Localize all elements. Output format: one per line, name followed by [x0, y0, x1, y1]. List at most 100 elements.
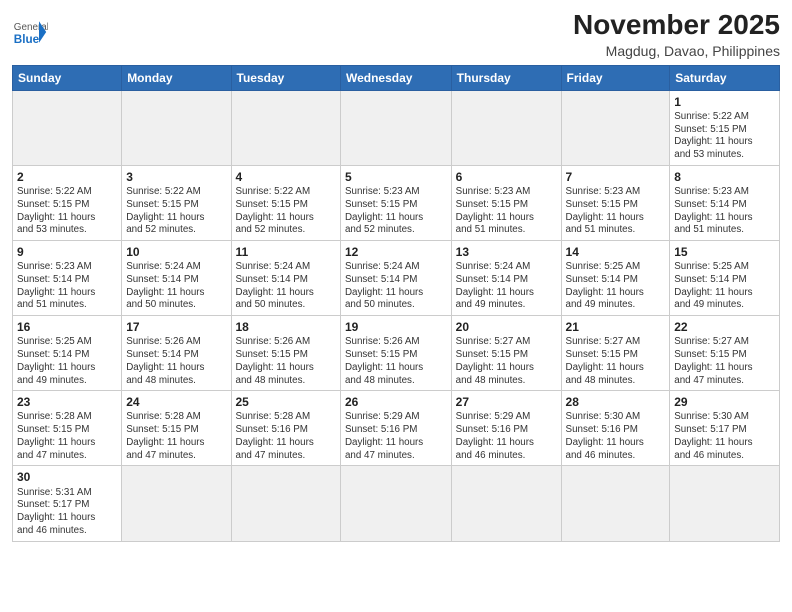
- calendar-table: Sunday Monday Tuesday Wednesday Thursday…: [12, 65, 780, 542]
- day-info: Sunrise: 5:22 AM Sunset: 5:15 PM Dayligh…: [17, 186, 117, 237]
- col-thursday: Thursday: [451, 65, 561, 90]
- day-info: Sunrise: 5:28 AM Sunset: 5:16 PM Dayligh…: [236, 411, 336, 462]
- table-row: [122, 90, 231, 165]
- day-number: 15: [674, 244, 775, 260]
- day-info: Sunrise: 5:24 AM Sunset: 5:14 PM Dayligh…: [345, 261, 447, 312]
- table-row: [231, 90, 340, 165]
- table-row: 1Sunrise: 5:22 AM Sunset: 5:15 PM Daylig…: [670, 90, 780, 165]
- day-info: Sunrise: 5:23 AM Sunset: 5:15 PM Dayligh…: [345, 186, 447, 237]
- location-subtitle: Magdug, Davao, Philippines: [573, 43, 780, 59]
- table-row: 18Sunrise: 5:26 AM Sunset: 5:15 PM Dayli…: [231, 316, 340, 391]
- day-info: Sunrise: 5:22 AM Sunset: 5:15 PM Dayligh…: [674, 111, 775, 162]
- table-row: 10Sunrise: 5:24 AM Sunset: 5:14 PM Dayli…: [122, 241, 231, 316]
- day-number: 7: [566, 169, 666, 185]
- table-row: 16Sunrise: 5:25 AM Sunset: 5:14 PM Dayli…: [13, 316, 122, 391]
- table-row: 30 Sunrise: 5:31 AM Sunset: 5:17 PM Dayli…: [13, 466, 122, 541]
- day-number: 5: [345, 169, 447, 185]
- table-row: [451, 466, 561, 541]
- table-row: [340, 466, 451, 541]
- col-saturday: Saturday: [670, 65, 780, 90]
- day-number: 23: [17, 394, 117, 410]
- day-info: Sunrise: 5:22 AM Sunset: 5:15 PM Dayligh…: [236, 186, 336, 237]
- table-row: 20Sunrise: 5:27 AM Sunset: 5:15 PM Dayli…: [451, 316, 561, 391]
- day-number: 6: [456, 169, 557, 185]
- day-number: 10: [126, 244, 226, 260]
- day-info: Sunrise: 5:24 AM Sunset: 5:14 PM Dayligh…: [236, 261, 336, 312]
- table-row: 27Sunrise: 5:29 AM Sunset: 5:16 PM Dayli…: [451, 391, 561, 466]
- svg-text:Blue: Blue: [14, 33, 40, 46]
- table-row: [561, 466, 670, 541]
- day-info: Sunrise: 5:27 AM Sunset: 5:15 PM Dayligh…: [674, 336, 775, 387]
- day-number: 8: [674, 169, 775, 185]
- table-row: 7Sunrise: 5:23 AM Sunset: 5:15 PM Daylig…: [561, 165, 670, 240]
- table-row: 2Sunrise: 5:22 AM Sunset: 5:15 PM Daylig…: [13, 165, 122, 240]
- day-number: 21: [566, 319, 666, 335]
- day-number: 9: [17, 244, 117, 260]
- table-row: 3Sunrise: 5:22 AM Sunset: 5:15 PM Daylig…: [122, 165, 231, 240]
- day-number: 16: [17, 319, 117, 335]
- table-row: 24Sunrise: 5:28 AM Sunset: 5:15 PM Dayli…: [122, 391, 231, 466]
- day-info: Sunrise: 5:26 AM Sunset: 5:15 PM Dayligh…: [345, 336, 447, 387]
- day-number: 24: [126, 394, 226, 410]
- day-number: 11: [236, 244, 336, 260]
- day-info: Sunrise: 5:23 AM Sunset: 5:15 PM Dayligh…: [456, 186, 557, 237]
- table-row: 17Sunrise: 5:26 AM Sunset: 5:14 PM Dayli…: [122, 316, 231, 391]
- day-info: Sunrise: 5:27 AM Sunset: 5:15 PM Dayligh…: [566, 336, 666, 387]
- logo: General Blue: [12, 14, 48, 50]
- table-row: 29Sunrise: 5:30 AM Sunset: 5:17 PM Dayli…: [670, 391, 780, 466]
- table-row: 25Sunrise: 5:28 AM Sunset: 5:16 PM Dayli…: [231, 391, 340, 466]
- col-sunday: Sunday: [13, 65, 122, 90]
- table-row: [561, 90, 670, 165]
- day-info: Sunrise: 5:30 AM Sunset: 5:16 PM Dayligh…: [566, 411, 666, 462]
- day-info: Sunrise: 5:25 AM Sunset: 5:14 PM Dayligh…: [17, 336, 117, 387]
- day-number: 13: [456, 244, 557, 260]
- day-number: 29: [674, 394, 775, 410]
- col-monday: Monday: [122, 65, 231, 90]
- page: General Blue November 2025 Magdug, Davao…: [0, 0, 792, 612]
- table-row: 22Sunrise: 5:27 AM Sunset: 5:15 PM Dayli…: [670, 316, 780, 391]
- col-tuesday: Tuesday: [231, 65, 340, 90]
- day-info: Sunrise: 5:26 AM Sunset: 5:15 PM Dayligh…: [236, 336, 336, 387]
- table-row: [13, 90, 122, 165]
- table-row: 21Sunrise: 5:27 AM Sunset: 5:15 PM Dayli…: [561, 316, 670, 391]
- day-number: 28: [566, 394, 666, 410]
- day-number: 1: [674, 94, 775, 110]
- day-info: Sunrise: 5:24 AM Sunset: 5:14 PM Dayligh…: [126, 261, 226, 312]
- day-info: Sunrise: 5:28 AM Sunset: 5:15 PM Dayligh…: [17, 411, 117, 462]
- day-info: Sunrise: 5:31 AM Sunset: 5:17 PM Dayligh…: [17, 487, 117, 538]
- table-row: [340, 90, 451, 165]
- day-info: Sunrise: 5:23 AM Sunset: 5:15 PM Dayligh…: [566, 186, 666, 237]
- day-info: Sunrise: 5:29 AM Sunset: 5:16 PM Dayligh…: [456, 411, 557, 462]
- day-number: 26: [345, 394, 447, 410]
- calendar-header-row: Sunday Monday Tuesday Wednesday Thursday…: [13, 65, 780, 90]
- day-number: 30: [17, 469, 117, 485]
- day-number: 14: [566, 244, 666, 260]
- table-row: [670, 466, 780, 541]
- table-row: 12Sunrise: 5:24 AM Sunset: 5:14 PM Dayli…: [340, 241, 451, 316]
- day-number: 12: [345, 244, 447, 260]
- header: General Blue November 2025 Magdug, Davao…: [12, 10, 780, 59]
- day-info: Sunrise: 5:22 AM Sunset: 5:15 PM Dayligh…: [126, 186, 226, 237]
- day-info: Sunrise: 5:29 AM Sunset: 5:16 PM Dayligh…: [345, 411, 447, 462]
- day-info: Sunrise: 5:23 AM Sunset: 5:14 PM Dayligh…: [674, 186, 775, 237]
- table-row: 19Sunrise: 5:26 AM Sunset: 5:15 PM Dayli…: [340, 316, 451, 391]
- day-number: 4: [236, 169, 336, 185]
- table-row: 9Sunrise: 5:23 AM Sunset: 5:14 PM Daylig…: [13, 241, 122, 316]
- day-number: 27: [456, 394, 557, 410]
- table-row: [451, 90, 561, 165]
- table-row: 23Sunrise: 5:28 AM Sunset: 5:15 PM Dayli…: [13, 391, 122, 466]
- day-info: Sunrise: 5:25 AM Sunset: 5:14 PM Dayligh…: [674, 261, 775, 312]
- col-friday: Friday: [561, 65, 670, 90]
- table-row: 4Sunrise: 5:22 AM Sunset: 5:15 PM Daylig…: [231, 165, 340, 240]
- day-number: 3: [126, 169, 226, 185]
- month-year-title: November 2025: [573, 10, 780, 41]
- day-number: 25: [236, 394, 336, 410]
- col-wednesday: Wednesday: [340, 65, 451, 90]
- table-row: 28Sunrise: 5:30 AM Sunset: 5:16 PM Dayli…: [561, 391, 670, 466]
- day-number: 20: [456, 319, 557, 335]
- table-row: 5Sunrise: 5:23 AM Sunset: 5:15 PM Daylig…: [340, 165, 451, 240]
- day-number: 18: [236, 319, 336, 335]
- logo-icon: General Blue: [12, 14, 48, 50]
- title-block: November 2025 Magdug, Davao, Philippines: [573, 10, 780, 59]
- day-number: 2: [17, 169, 117, 185]
